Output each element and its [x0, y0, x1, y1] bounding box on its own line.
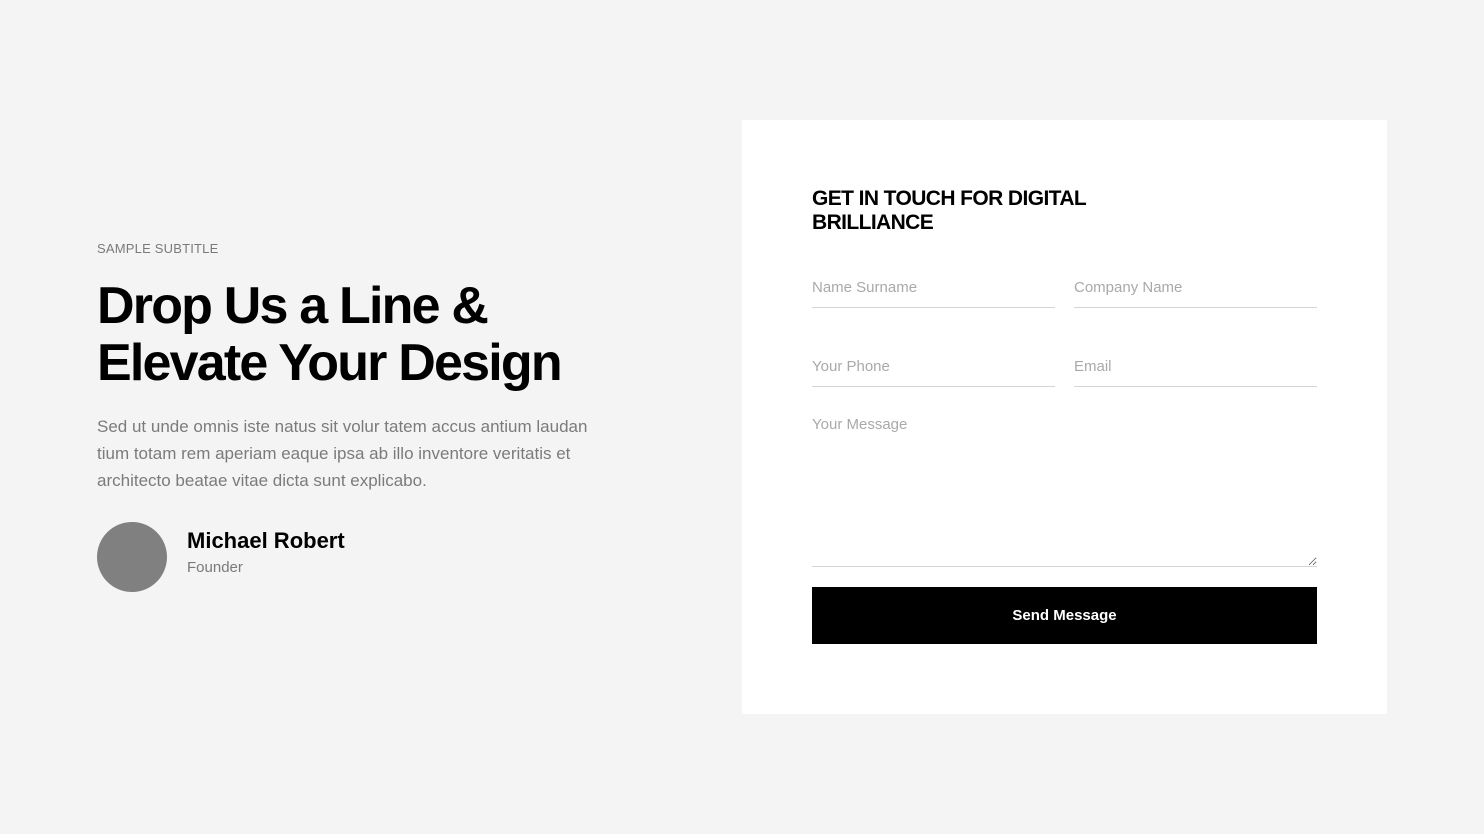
name-input[interactable]	[812, 268, 1055, 308]
message-textarea[interactable]	[812, 416, 1317, 567]
contact-form-card: GET IN TOUCH FOR DIGITAL BRILLIANCE Send…	[742, 120, 1387, 714]
headline-line: Drop Us a Line &	[97, 277, 489, 335]
form-title-line: BRILLIANCE	[812, 211, 934, 234]
form-title: GET IN TOUCH FOR DIGITAL BRILLIANCE	[812, 187, 1132, 235]
headline-line: Elevate Your Design	[97, 334, 563, 392]
description-line: tium totam rem aperiam eaque ipsa ab ill…	[97, 444, 571, 463]
section-headline: Drop Us a Line & Elevate Your Design	[97, 278, 657, 392]
avatar	[97, 522, 167, 592]
company-input[interactable]	[1074, 268, 1317, 308]
email-input[interactable]	[1074, 347, 1317, 387]
section-subtitle: SAMPLE SUBTITLE	[97, 241, 219, 256]
author-role: Founder	[187, 559, 243, 576]
author-info: Michael Robert Founder	[187, 527, 345, 579]
form-title-line: GET IN TOUCH FOR DIGITAL	[812, 187, 1087, 210]
send-message-button[interactable]: Send Message	[812, 587, 1317, 644]
description-line: Sed ut unde omnis iste natus sit volur t…	[97, 417, 588, 436]
author-name: Michael Robert	[187, 528, 345, 553]
phone-input[interactable]	[812, 347, 1055, 387]
author-block: Michael Robert Founder	[97, 522, 345, 592]
description-line: architecto beatae vitae dicta sunt expli…	[97, 471, 427, 490]
section-description: Sed ut unde omnis iste natus sit volur t…	[97, 413, 627, 494]
